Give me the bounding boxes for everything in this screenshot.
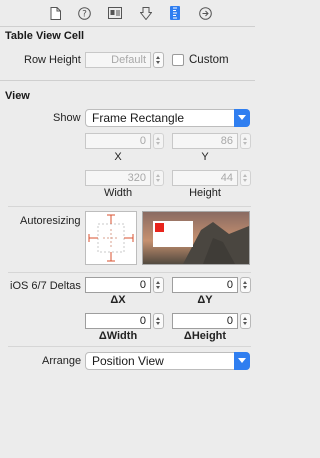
- y-label: Y: [201, 151, 209, 163]
- delta-y-label: ΔY: [197, 294, 213, 306]
- row-height-stepper[interactable]: [153, 52, 164, 68]
- file-icon[interactable]: [48, 6, 62, 20]
- custom-label: Custom: [189, 54, 229, 66]
- delta-height-stepper[interactable]: [240, 313, 251, 329]
- chevron-down-icon: [234, 109, 250, 127]
- delta-width-field[interactable]: 0: [85, 313, 151, 329]
- x-stepper[interactable]: [153, 133, 164, 149]
- height-stepper[interactable]: [240, 170, 251, 186]
- delta-y-stepper[interactable]: [240, 277, 251, 293]
- delta-width-stepper[interactable]: [153, 313, 164, 329]
- deltas-label: iOS 6/7 Deltas: [10, 280, 81, 292]
- delta-x-label: ΔX: [110, 294, 126, 306]
- row-height-field[interactable]: Default: [85, 52, 151, 68]
- divider: [8, 206, 251, 207]
- height-label: Height: [189, 187, 221, 199]
- delta-x-field[interactable]: 0: [85, 277, 151, 293]
- autoresizing-label: Autoresizing: [20, 215, 81, 227]
- size-ruler-icon[interactable]: [168, 6, 182, 20]
- view-title: View: [5, 90, 30, 102]
- x-field[interactable]: 0: [85, 133, 151, 149]
- divider: [8, 346, 251, 347]
- arrange-label: Arrange: [42, 355, 82, 367]
- autoresizing-preview: [142, 211, 250, 265]
- delta-x-stepper[interactable]: [153, 277, 164, 293]
- show-label: Show: [53, 112, 81, 124]
- chevron-down-icon: [234, 352, 250, 370]
- section-divider: [0, 80, 255, 81]
- svg-text:?: ?: [82, 9, 87, 19]
- delta-y-field[interactable]: 0: [172, 277, 238, 293]
- width-label: Width: [103, 187, 133, 199]
- arrange-select-value: Position View: [92, 354, 164, 368]
- width-stepper[interactable]: [153, 170, 164, 186]
- connections-icon[interactable]: [198, 6, 212, 20]
- width-field[interactable]: 320: [85, 170, 151, 186]
- autoresizing-mask-control[interactable]: [85, 211, 137, 265]
- y-stepper[interactable]: [240, 133, 251, 149]
- delta-height-label: ΔHeight: [183, 330, 227, 342]
- custom-checkbox[interactable]: [172, 54, 184, 66]
- delta-height-field[interactable]: 0: [172, 313, 238, 329]
- y-field[interactable]: 86: [172, 133, 238, 149]
- help-icon[interactable]: ?: [77, 6, 91, 20]
- x-label: X: [114, 151, 122, 163]
- table-view-cell-title: Table View Cell: [5, 30, 85, 42]
- show-select[interactable]: Frame Rectangle: [85, 109, 250, 127]
- height-field[interactable]: 44: [172, 170, 238, 186]
- divider: [8, 272, 251, 273]
- identity-icon[interactable]: [108, 6, 122, 20]
- delta-width-label: ΔWidth: [98, 330, 138, 342]
- show-select-value: Frame Rectangle: [92, 111, 185, 125]
- attributes-icon[interactable]: [139, 6, 153, 20]
- row-height-label: Row Height: [24, 54, 81, 66]
- inspector-toolbar: ?: [0, 0, 255, 27]
- arrange-select[interactable]: Position View: [85, 352, 250, 370]
